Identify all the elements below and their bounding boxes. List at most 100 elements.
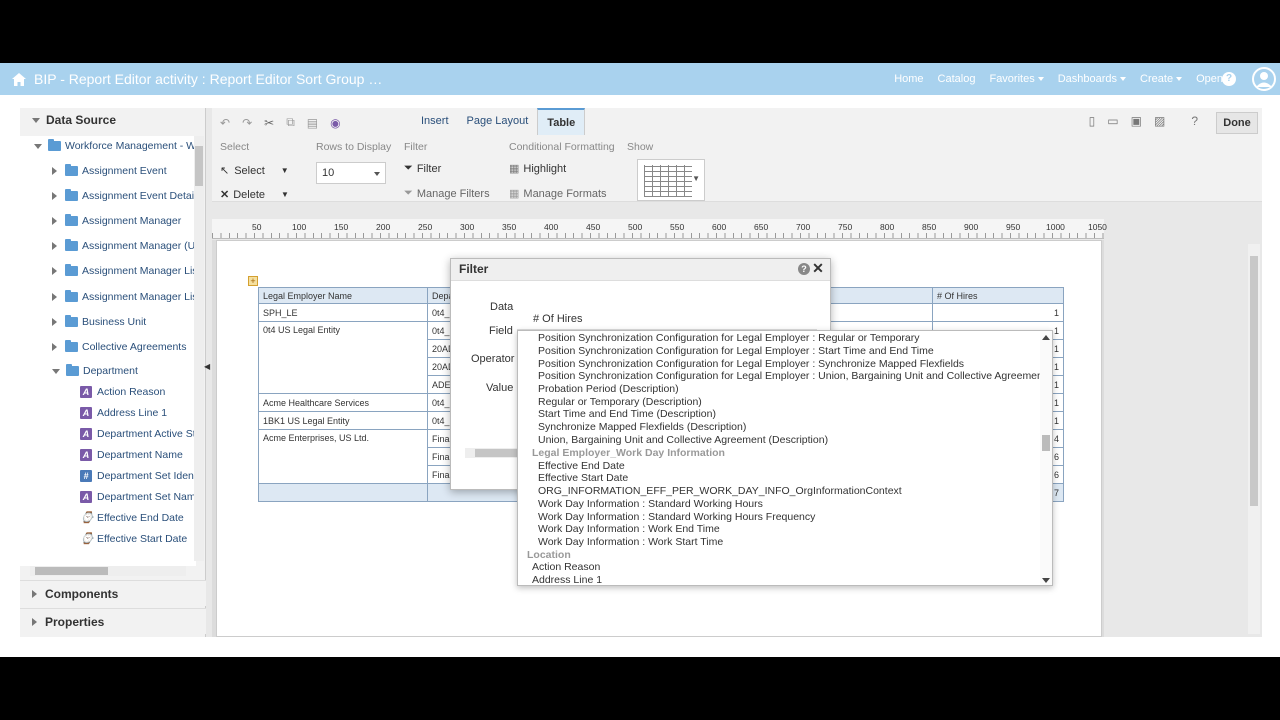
dropdown-option[interactable]: Union, Bargaining Unit and Collective Ag… xyxy=(538,434,828,447)
table-cell[interactable]: Acme Healthcare Services xyxy=(258,393,428,412)
data-label: Data xyxy=(490,301,514,313)
manage-formats-button[interactable]: ▦ Manage Formats xyxy=(509,187,607,201)
properties-section[interactable]: Properties xyxy=(20,608,206,634)
scrollbar-thumb[interactable] xyxy=(195,146,203,186)
manage-filters-button[interactable]: ⏷ Manage Filters xyxy=(404,187,490,200)
dropdown-option[interactable]: Work Day Information : Work Start Time xyxy=(538,536,723,549)
tree-field[interactable]: A Department Name xyxy=(80,445,183,465)
dropdown-option[interactable]: Effective Start Date xyxy=(538,472,628,485)
tree-vertical-scrollbar[interactable] xyxy=(194,136,204,561)
table-header-cell[interactable]: # Of Hires xyxy=(932,287,1064,304)
tree-field[interactable]: # Department Set Iden xyxy=(80,466,194,486)
cursor-icon: ↖ xyxy=(220,165,230,177)
dropdown-option[interactable]: Position Synchronization Configuration f… xyxy=(538,332,920,345)
tree-folder-department[interactable]: Department xyxy=(52,361,138,381)
nav-open-label: Open xyxy=(1196,73,1223,85)
dropdown-scrollbar[interactable] xyxy=(1040,331,1052,585)
help-icon[interactable]: ? xyxy=(798,263,810,275)
preview-icon[interactable]: ◉ xyxy=(330,116,340,130)
tree-horizontal-scrollbar[interactable] xyxy=(30,566,186,576)
ruler-label: 1050 xyxy=(1088,222,1107,232)
components-section[interactable]: Components xyxy=(20,580,206,606)
tree-folder[interactable]: Assignment Manager Lis xyxy=(52,287,196,307)
panel-collapse-icon[interactable]: ◀ xyxy=(204,362,210,376)
tree-field[interactable]: A Department Set Nam xyxy=(80,487,196,507)
tree-field[interactable]: ⌚ Effective End Date xyxy=(80,508,184,528)
help-icon[interactable]: ? xyxy=(1222,72,1236,86)
scrollbar-thumb[interactable] xyxy=(1042,435,1050,451)
dropdown-option[interactable]: Work Day Information : Work End Time xyxy=(538,523,720,536)
tree-folder[interactable]: Assignment Manager xyxy=(52,211,181,231)
table-cell[interactable]: Acme Enterprises, US Ltd. xyxy=(258,429,428,484)
tree-folder[interactable]: Assignment Manager (U xyxy=(52,236,195,256)
dropdown-option[interactable]: Synchronize Mapped Flexfields (Descripti… xyxy=(538,421,746,434)
dropdown-option[interactable]: Address Line 1 xyxy=(532,574,602,585)
paste-icon[interactable]: ▤ xyxy=(307,116,318,130)
tree-folder[interactable]: Assignment Event Detail xyxy=(52,186,196,206)
rows-to-display-select[interactable]: 10 xyxy=(316,162,386,184)
user-avatar-icon[interactable] xyxy=(1252,67,1276,91)
redo-icon[interactable]: ↷ xyxy=(242,116,252,130)
chevron-down-icon: ▼ xyxy=(280,166,289,175)
cut-icon[interactable]: ✂ xyxy=(264,116,274,130)
tab-table[interactable]: Table xyxy=(537,108,586,135)
filter-button[interactable]: ⏷ Filter xyxy=(404,162,441,175)
table-cell[interactable]: 0t4 US Legal Entity xyxy=(258,321,428,394)
table-cell[interactable]: SPH_LE xyxy=(258,303,428,322)
nav-home[interactable]: Home xyxy=(894,73,923,85)
scrollbar-thumb[interactable] xyxy=(35,567,108,575)
table-cell[interactable]: 1 xyxy=(932,303,1064,322)
tab-insert[interactable]: Insert xyxy=(412,108,458,135)
copy-icon[interactable]: ⧉ xyxy=(286,115,295,130)
save-icon[interactable]: ▣ xyxy=(1131,114,1142,128)
nav-catalog[interactable]: Catalog xyxy=(938,73,976,85)
table-header-cell[interactable]: Legal Employer Name xyxy=(258,287,428,304)
data-source-header[interactable]: Data Source xyxy=(20,108,205,132)
dialog-horizontal-scrollbar[interactable] xyxy=(465,448,525,458)
done-button[interactable]: Done xyxy=(1216,112,1258,134)
scrollbar-thumb[interactable] xyxy=(475,449,523,457)
tab-page-layout[interactable]: Page Layout xyxy=(458,108,538,135)
table-cell[interactable] xyxy=(258,483,428,502)
tree-folder[interactable]: Assignment Manager Lis xyxy=(52,261,196,281)
scrollbar-thumb[interactable] xyxy=(1250,256,1258,506)
open-folder-icon[interactable]: ▭ xyxy=(1107,114,1118,128)
tree-folder-label: Assignment Event xyxy=(82,165,167,177)
tree-field[interactable]: A Action Reason xyxy=(80,382,165,402)
data-field[interactable]: # Of Hires xyxy=(517,308,817,330)
table-cell[interactable]: 1BK1 US Legal Entity xyxy=(258,411,428,430)
canvas-vertical-scrollbar[interactable] xyxy=(1248,244,1260,634)
ruler-label: 400 xyxy=(544,222,559,232)
select-button[interactable]: ↖ Select ▼ xyxy=(220,164,289,178)
scroll-down-icon[interactable] xyxy=(1042,578,1050,583)
show-grid-selector[interactable]: ▼ xyxy=(637,159,705,201)
save-as-icon[interactable]: ▨ xyxy=(1154,114,1165,128)
dropdown-option[interactable]: Start Time and End Time (Description) xyxy=(538,408,716,421)
undo-icon[interactable]: ↶ xyxy=(220,116,230,130)
highlight-button[interactable]: ▦ Highlight xyxy=(509,162,566,176)
dropdown-option[interactable]: Position Synchronization Configuration f… xyxy=(538,345,934,358)
nav-create[interactable]: Create xyxy=(1140,73,1183,85)
table-select-handle-icon[interactable]: + xyxy=(248,276,258,286)
tree-root[interactable]: Workforce Management - W xyxy=(34,136,196,156)
new-file-icon[interactable]: ▯ xyxy=(1089,114,1096,128)
dropdown-option[interactable]: Position Synchronization Configuration f… xyxy=(538,370,1046,383)
tree-folder[interactable]: Collective Agreements xyxy=(52,337,186,357)
dropdown-option[interactable]: Work Day Information : Standard Working … xyxy=(538,498,763,511)
nav-favorites[interactable]: Favorites xyxy=(989,73,1044,85)
help-icon[interactable]: ? xyxy=(1191,114,1198,128)
tree-folder[interactable]: Business Unit xyxy=(52,312,146,332)
delete-button[interactable]: ✕ Delete ▼ xyxy=(220,188,289,202)
ruler-label: 650 xyxy=(754,222,769,232)
scroll-up-icon[interactable] xyxy=(1042,335,1050,340)
tree-field[interactable]: A Department Active St xyxy=(80,424,196,444)
tree-field[interactable]: A Address Line 1 xyxy=(80,403,167,423)
dropdown-option[interactable]: Probation Period (Description) xyxy=(538,383,679,396)
tree-field[interactable]: ⌚ Effective Start Date xyxy=(80,529,187,549)
tree-folder[interactable]: Assignment Event xyxy=(52,161,167,181)
dropdown-option[interactable]: Action Reason xyxy=(532,561,600,574)
nav-dashboards[interactable]: Dashboards xyxy=(1058,73,1127,85)
dropdown-option[interactable]: ORG_INFORMATION_EFF_PER_WORK_DAY_INFO_Or… xyxy=(538,485,902,498)
home-icon[interactable] xyxy=(12,72,26,86)
close-icon[interactable]: ✕ xyxy=(811,261,825,275)
